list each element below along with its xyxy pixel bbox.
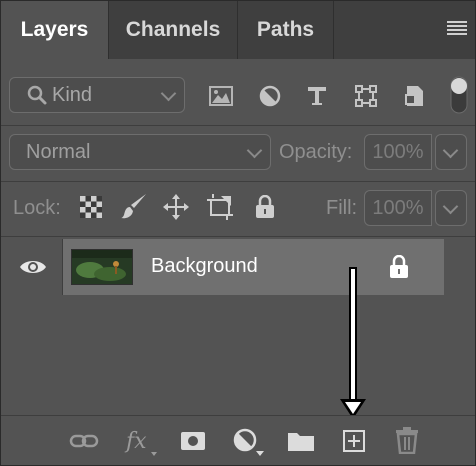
fill-label: Fill: bbox=[326, 197, 358, 219]
tab-paths[interactable]: Paths bbox=[238, 1, 334, 59]
chevron-down-icon bbox=[442, 198, 459, 215]
filter-kind-label: Kind bbox=[52, 83, 93, 106]
layer-lock-icon bbox=[390, 255, 408, 278]
adjustment-layer-icon[interactable] bbox=[231, 426, 267, 458]
layer-name[interactable]: Background bbox=[151, 255, 258, 278]
filter-toggle[interactable] bbox=[449, 75, 469, 115]
layer-row-background[interactable]: Background bbox=[63, 239, 444, 295]
lock-artboard-icon[interactable] bbox=[206, 193, 236, 221]
shape-filter-icon[interactable] bbox=[352, 83, 380, 109]
fill-input[interactable]: 100% bbox=[364, 190, 432, 226]
fill-value: 100% bbox=[372, 196, 424, 219]
lock-position-icon[interactable] bbox=[162, 193, 190, 221]
lock-transparent-pixels-icon[interactable] bbox=[79, 195, 103, 219]
layer-thumbnail bbox=[71, 249, 133, 285]
lock-image-pixels-icon[interactable] bbox=[119, 191, 149, 221]
image-filter-icon[interactable] bbox=[207, 83, 235, 109]
filter-kind-select[interactable]: Kind bbox=[9, 77, 185, 113]
opacity-input[interactable]: 100% bbox=[364, 134, 432, 170]
bottom-toolbar: fx bbox=[1, 415, 475, 465]
layers-panel: Layers Channels Paths Kind Normal Opacit… bbox=[0, 0, 476, 466]
fx-icon[interactable]: fx bbox=[123, 424, 159, 458]
tab-layers[interactable]: Layers bbox=[1, 1, 109, 59]
lock-label: Lock: bbox=[13, 197, 61, 219]
annotation-arrow bbox=[340, 267, 366, 419]
opacity-dropdown-button[interactable] bbox=[435, 134, 467, 170]
svg-text:fx: fx bbox=[124, 429, 147, 454]
divider bbox=[1, 125, 475, 126]
add-mask-icon[interactable] bbox=[178, 428, 208, 454]
opacity-value: 100% bbox=[372, 140, 424, 163]
tab-bar: Layers Channels Paths bbox=[1, 1, 475, 59]
tab-channels[interactable]: Channels bbox=[109, 1, 238, 59]
link-layers-icon[interactable] bbox=[67, 428, 101, 454]
chevron-down-icon bbox=[160, 85, 177, 102]
divider bbox=[1, 236, 475, 237]
panel-menu-icon[interactable] bbox=[447, 21, 467, 37]
chevron-down-icon bbox=[246, 142, 263, 159]
visibility-cell[interactable] bbox=[1, 239, 63, 295]
blend-mode-value: Normal bbox=[26, 140, 91, 163]
opacity-label: Opacity: bbox=[279, 141, 353, 163]
eye-icon[interactable] bbox=[19, 258, 47, 276]
new-layer-icon[interactable] bbox=[340, 427, 368, 455]
fill-dropdown-button[interactable] bbox=[435, 190, 467, 226]
adjustment-filter-icon[interactable] bbox=[256, 83, 284, 109]
type-filter-icon[interactable] bbox=[303, 83, 331, 109]
chevron-down-icon bbox=[442, 142, 459, 159]
new-group-icon[interactable] bbox=[286, 428, 316, 454]
search-icon bbox=[27, 85, 47, 105]
delete-layer-icon[interactable] bbox=[393, 425, 421, 455]
blend-mode-select[interactable]: Normal bbox=[9, 134, 271, 170]
divider bbox=[1, 181, 475, 182]
lock-all-icon[interactable] bbox=[253, 193, 277, 221]
smart-object-filter-icon[interactable] bbox=[401, 83, 429, 109]
